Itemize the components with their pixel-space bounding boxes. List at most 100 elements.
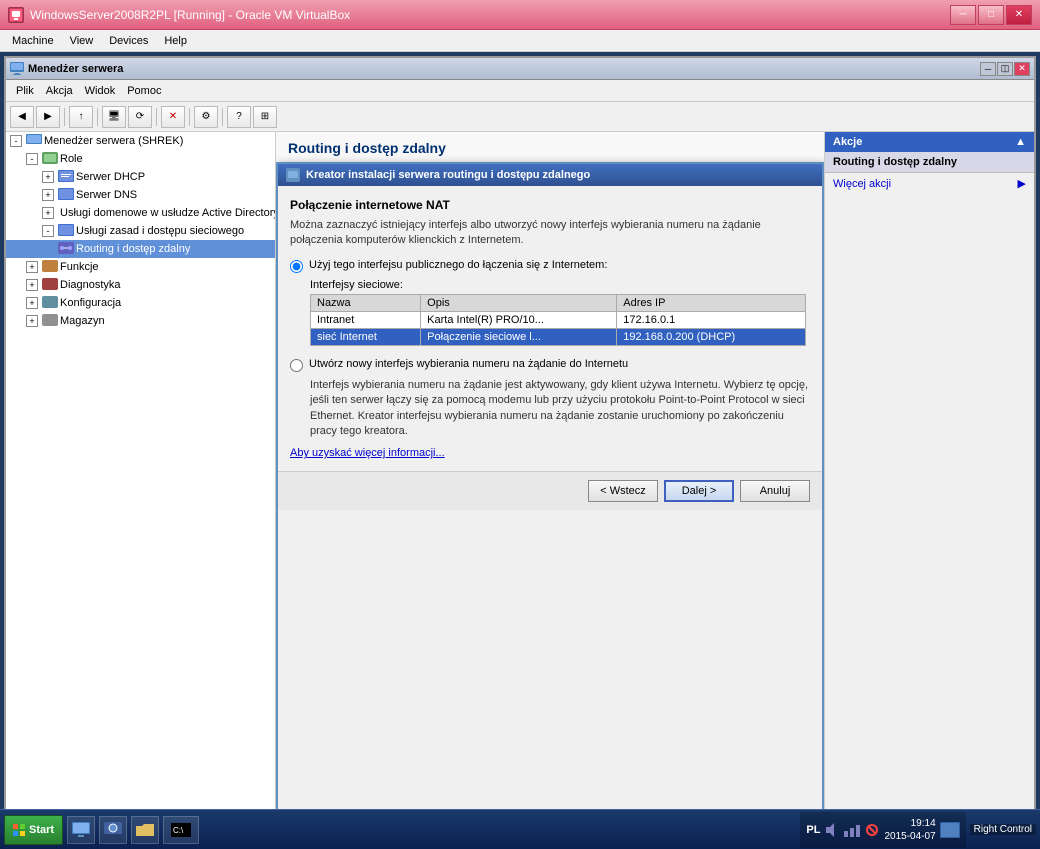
tree-diag-label: Diagnostyka [60,279,121,291]
internet-ip: 192.168.0.200 (DHCP) [617,328,806,345]
toolbar: ◀ ▶ ↑ 🖥 ⟳ ✕ ⚙ ? ⊞ [6,102,1034,132]
radio-item-2: Utwórz nowy interfejs wybierania numeru … [290,358,810,372]
config-expand-icon[interactable]: + [26,297,38,309]
radio-group: Użyj tego interfejsu publicznego do łącz… [290,259,810,346]
maximize-button[interactable]: □ [978,5,1004,25]
tree-dhcp[interactable]: + Serwer DHCP [6,168,275,186]
diag-icon [42,278,58,292]
tree-funkcje[interactable]: + Funkcje [6,258,275,276]
tree-dns[interactable]: + Serwer DNS [6,186,275,204]
menu-help[interactable]: Help [156,33,195,49]
main-content-area: - Menedżer serwera (SHREK) - Role + Serw… [6,132,1034,849]
delete-button[interactable]: ✕ [161,106,185,128]
dialog-buttons: < Wstecz Dalej > Anuluj [278,471,822,510]
tree-routing[interactable]: Routing i dostęp zdalny [6,240,275,258]
window-title: WindowsServer2008R2PL [Running] - Oracle… [30,8,350,22]
tree-config[interactable]: + Konfiguracja [6,294,275,312]
taskbar-network[interactable] [99,816,127,844]
dialog-section-title: Połączenie internetowe NAT [290,198,810,212]
computer-icon [72,822,90,838]
inner-close-btn[interactable]: ✕ [1014,62,1030,76]
network-icon [104,822,122,838]
separator-5 [222,108,223,126]
taskbar-terminal[interactable]: C:\ [163,816,199,844]
taskbar-computer[interactable] [67,816,95,844]
actions-more[interactable]: Więcej akcji ▶ [825,173,1034,194]
minimize-button[interactable]: ─ [950,5,976,25]
inner-window-controls: ─ ◫ ✕ [980,62,1030,76]
npas-icon [58,224,74,238]
start-button[interactable]: Start [4,815,63,845]
menu-view[interactable]: View [62,33,102,49]
menu-pomoc[interactable]: Pomoc [121,83,167,99]
menu-machine[interactable]: Machine [4,33,62,49]
radio-create-new[interactable] [290,359,303,372]
tree-dns-label: Serwer DNS [76,189,137,201]
menu-devices[interactable]: Devices [101,33,156,49]
tree-storage[interactable]: + Magazyn [6,312,275,330]
storage-expand-icon[interactable]: + [26,315,38,327]
security-icon [864,823,880,837]
col-name: Nazwa [311,294,421,311]
time-display: 19:14 [884,817,935,830]
ad-expand-icon[interactable]: + [42,207,54,219]
tree-ad[interactable]: + Usługi domenowe w usłudze Active Direc… [6,204,275,222]
inner-restore-btn[interactable]: ◫ [997,62,1013,76]
intranet-ip: 172.16.0.1 [617,311,806,328]
server-icon [26,134,42,148]
folder-icon [136,822,154,838]
host-menu-bar: Machine View Devices Help [0,30,1040,52]
menu-widok[interactable]: Widok [79,83,122,99]
dns-expand-icon[interactable]: + [42,189,54,201]
tree-root[interactable]: - Menedżer serwera (SHREK) [6,132,275,150]
server-manager-window: Menedżer serwera ─ ◫ ✕ Plik Akcja Widok … [4,56,1036,845]
taskbar: Start C:\ PL 19:14 2015-04-07 Rig [0,809,1040,849]
inner-minimize-btn[interactable]: ─ [980,62,996,76]
cancel-button[interactable]: Anuluj [740,480,810,502]
funkcje-expand-icon[interactable]: + [26,261,38,273]
terminal-icon: C:\ [171,823,191,837]
back-button[interactable]: ◀ [10,106,34,128]
table-row-internet[interactable]: sieć Internet Połączenie sieciowe l... 1… [311,328,806,345]
config-icon [42,296,58,310]
tree-role-label: Role [60,153,83,165]
funkcje-icon [42,260,58,274]
refresh-button[interactable]: ⟳ [128,106,152,128]
tree-diag[interactable]: + Diagnostyka [6,276,275,294]
properties-button[interactable]: ⚙ [194,106,218,128]
next-button[interactable]: Dalej > [664,480,734,502]
expand-icon[interactable]: - [10,135,22,147]
role-expand-icon[interactable]: - [26,153,38,165]
extra-button[interactable]: ⊞ [253,106,277,128]
separator-2 [97,108,98,126]
npas-expand-icon[interactable]: - [42,225,54,237]
separator-4 [189,108,190,126]
wizard-dialog: Kreator instalacji serwera routingu i do… [276,162,824,849]
menu-plik[interactable]: Plik [10,83,40,99]
radio-2-label: Utwórz nowy interfejs wybierania numeru … [309,358,628,370]
close-button[interactable]: ✕ [1006,5,1032,25]
intranet-desc: Karta Intel(R) PRO/10... [421,311,617,328]
taskbar-folder[interactable] [131,816,159,844]
show-hide-button[interactable]: 🖥 [102,106,126,128]
sidebar-toggle-icon [940,822,960,838]
radio-use-existing[interactable] [290,260,303,273]
left-tree-panel: - Menedżer serwera (SHREK) - Role + Serw… [6,132,276,849]
diag-expand-icon[interactable]: + [26,279,38,291]
forward-button[interactable]: ▶ [36,106,60,128]
up-button[interactable]: ↑ [69,106,93,128]
more-info-link[interactable]: Aby uzyskać więcej informacji... [290,447,445,459]
svg-text:C:\: C:\ [173,826,184,835]
tree-npas[interactable]: - Usługi zasad i dostępu sieciowego [6,222,275,240]
help-button[interactable]: ? [227,106,251,128]
table-row-intranet[interactable]: Intranet Karta Intel(R) PRO/10... 172.16… [311,311,806,328]
actions-title-text: Akcje [833,136,862,148]
tree-ad-label: Usługi domenowe w usłudze Active Directo… [60,207,276,219]
back-button[interactable]: < Wstecz [588,480,658,502]
menu-akcja[interactable]: Akcja [40,83,79,99]
interfaces-label: Interfejsy sieciowe: [310,279,810,291]
dhcp-expand-icon[interactable]: + [42,171,54,183]
expand-icon: ▲ [1015,136,1026,148]
tree-role[interactable]: - Role [6,150,275,168]
actions-panel: Akcje ▲ Routing i dostęp zdalny Więcej a… [824,132,1034,849]
